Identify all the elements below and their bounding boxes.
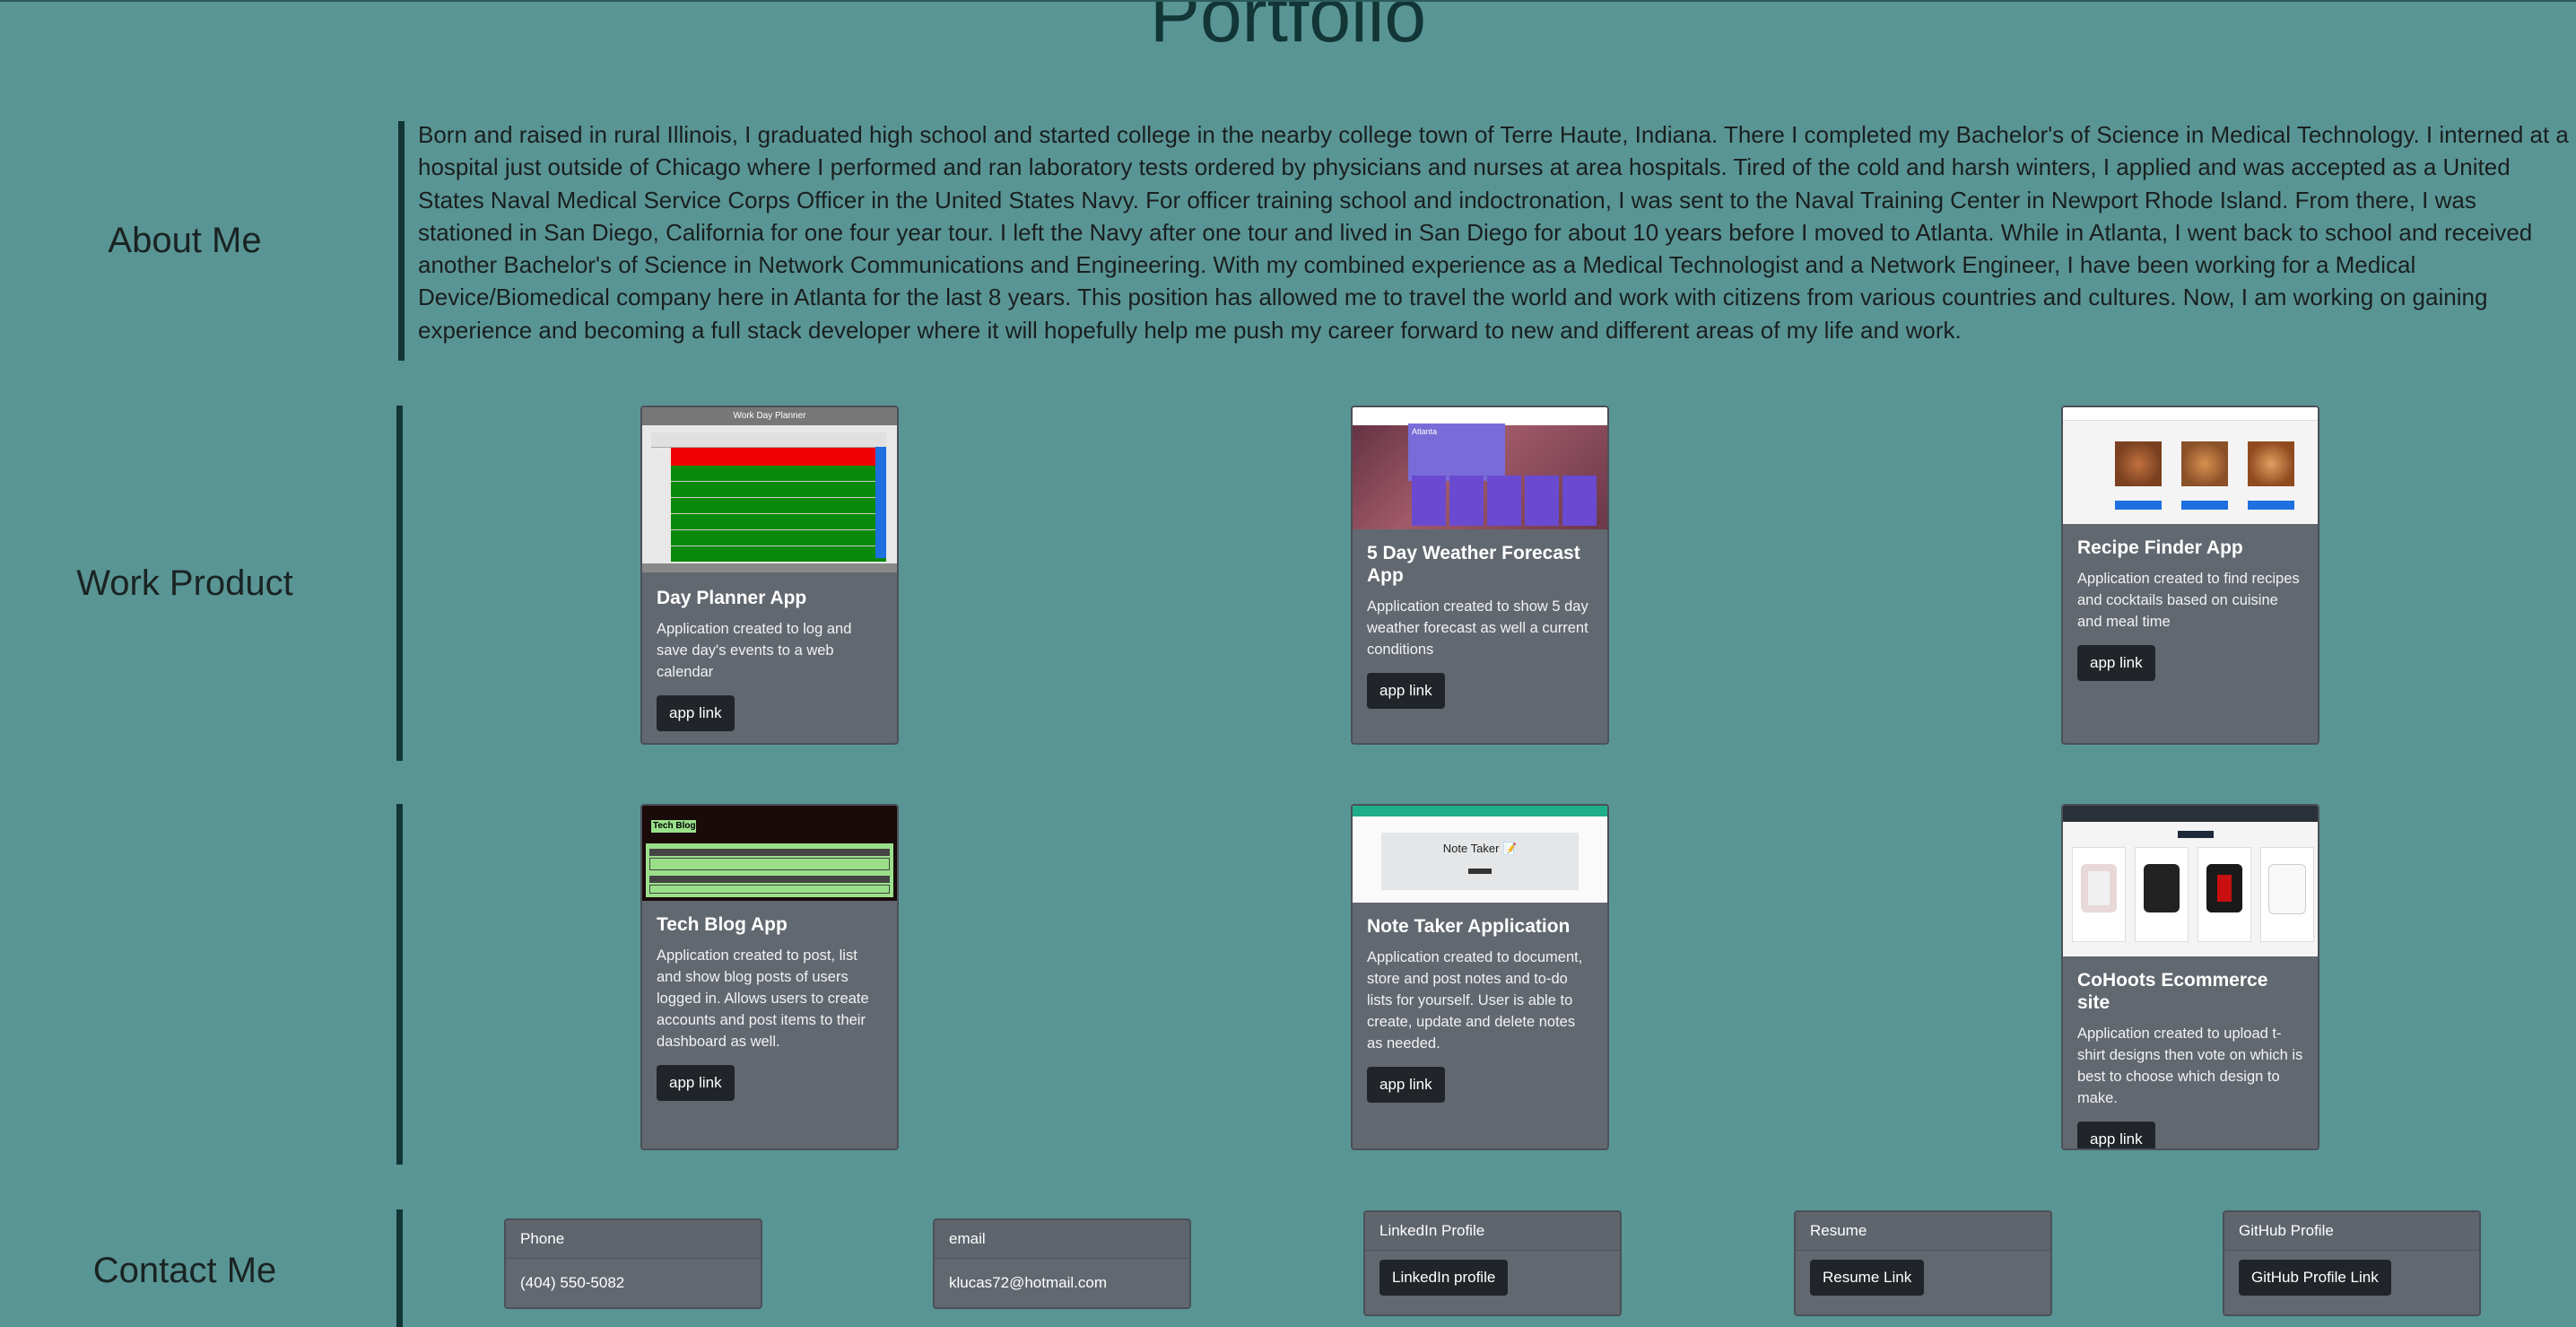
about-heading: About Me xyxy=(108,221,262,260)
contact-header: Resume xyxy=(1796,1212,2050,1251)
project-description: Application created to document, store a… xyxy=(1367,949,1583,1052)
contact-header: email xyxy=(935,1220,1189,1259)
work-section-bar-1 xyxy=(396,406,403,761)
contact-card-resume: Resume Resume Link xyxy=(1794,1210,2052,1316)
tech-blog-screenshot: Tech Blog xyxy=(642,806,897,901)
project-title: Tech Blog App xyxy=(657,914,788,935)
project-description: Application created to log and save day'… xyxy=(657,621,852,680)
about-section-bar xyxy=(398,121,405,361)
project-title: Recipe Finder App xyxy=(2077,537,2243,558)
about-text: Born and raised in rural Illinois, I gra… xyxy=(418,121,2569,344)
project-title: CoHoots Ecommerce site xyxy=(2077,970,2268,1013)
project-card-tech-blog: Tech Blog Tech Blog App Application crea… xyxy=(640,804,899,1150)
recipe-finder-screenshot xyxy=(2063,407,2318,524)
app-link-button[interactable]: app link xyxy=(1367,1067,1445,1103)
contact-card-github: GitHub Profile GitHub Profile Link xyxy=(2223,1210,2481,1316)
email-address: klucas72@hotmail.com xyxy=(949,1274,1107,1291)
contact-section-bar xyxy=(396,1209,403,1327)
project-description: Application created to upload t-shirt de… xyxy=(2077,1026,2303,1106)
work-heading: Work Product xyxy=(76,563,293,603)
project-card-recipe-finder: Recipe Finder App Application created to… xyxy=(2061,406,2319,745)
project-description: Application created to show 5 day weathe… xyxy=(1367,598,1588,658)
project-card-note-taker: Note Taker 📝 Note Taker Application Appl… xyxy=(1351,804,1609,1150)
project-card-day-planner: Work Day Planner Day Planner App Applica… xyxy=(640,406,899,745)
app-link-button[interactable]: app link xyxy=(657,695,735,731)
phone-number: (404) 550-5082 xyxy=(520,1274,625,1291)
project-card-cohoots: CoHoots Ecommerce site Application creat… xyxy=(2061,804,2319,1150)
contact-header: GitHub Profile xyxy=(2224,1212,2479,1251)
project-description: Application created to find recipes and … xyxy=(2077,571,2300,630)
contact-header: Phone xyxy=(506,1220,761,1259)
app-link-button[interactable]: app link xyxy=(657,1065,735,1101)
github-profile-button[interactable]: GitHub Profile Link xyxy=(2239,1260,2391,1296)
note-taker-heading: Note Taker 📝 xyxy=(1442,842,1518,855)
thumb-title: Work Day Planner xyxy=(642,407,897,425)
tech-blog-logo: Tech Blog xyxy=(651,820,696,833)
contact-card-phone: Phone (404) 550-5082 xyxy=(504,1218,762,1309)
app-link-button[interactable]: app link xyxy=(2077,645,2155,681)
project-title: Day Planner App xyxy=(657,588,807,608)
project-card-weather: Atlanta 5 Day Weather Forecast App Appli… xyxy=(1351,406,1609,745)
project-title: Note Taker Application xyxy=(1367,916,1571,937)
work-section-bar-2 xyxy=(396,804,403,1165)
note-taker-screenshot: Note Taker 📝 xyxy=(1353,806,1607,903)
linkedin-profile-button[interactable]: LinkedIn profile xyxy=(1379,1260,1509,1296)
app-link-button[interactable]: app link xyxy=(1367,673,1445,709)
project-title: 5 Day Weather Forecast App xyxy=(1367,543,1580,586)
app-link-button[interactable]: app link xyxy=(2077,1122,2155,1148)
project-description: Application created to post, list and sh… xyxy=(657,947,869,1050)
page-title: Portfolio xyxy=(1149,0,1427,57)
cohoots-screenshot xyxy=(2063,806,2318,956)
weather-app-screenshot: Atlanta xyxy=(1353,407,1607,529)
contact-heading: Contact Me xyxy=(92,1251,277,1290)
contact-header: LinkedIn Profile xyxy=(1365,1212,1620,1251)
portfolio-page: Portfolio About Me Born and raised in ru… xyxy=(0,0,2576,1327)
contact-card-email: email klucas72@hotmail.com xyxy=(933,1218,1191,1309)
weather-city: Atlanta xyxy=(1408,423,1505,481)
contact-card-linkedin: LinkedIn Profile LinkedIn profile xyxy=(1363,1210,1622,1316)
day-planner-screenshot: Work Day Planner xyxy=(642,407,897,572)
resume-link-button[interactable]: Resume Link xyxy=(1810,1260,1925,1296)
